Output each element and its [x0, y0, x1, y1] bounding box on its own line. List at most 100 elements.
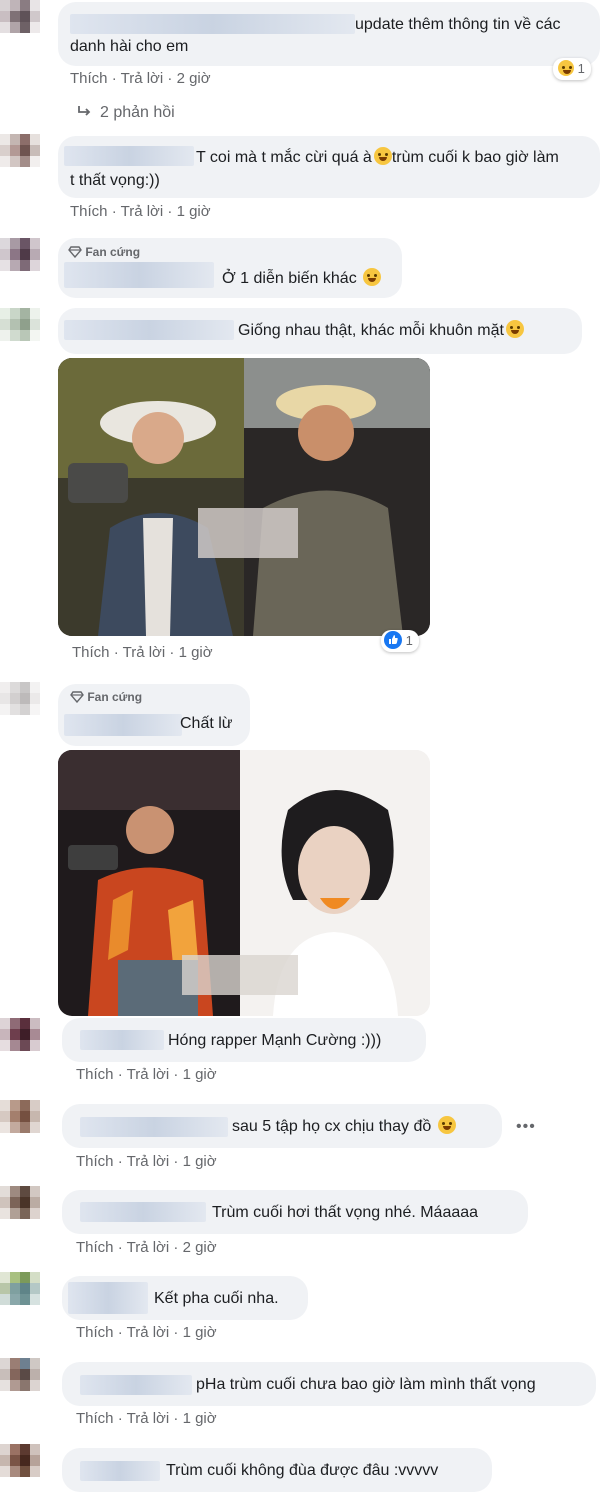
fan-badge[interactable]: Fan cứng [70, 690, 142, 704]
separator: · [173, 1239, 179, 1256]
separator: · [117, 1153, 123, 1170]
photo-image [58, 750, 430, 1016]
comment-actions: Thích · Trả lời · 1 giờ [72, 644, 213, 661]
comment-text-part: Ở 1 diễn biến khác [222, 270, 357, 287]
avatar[interactable] [0, 308, 40, 352]
fan-badge[interactable]: Fan cứng [68, 245, 140, 259]
comment-actions: Thích · Trả lời · 1 giờ [70, 203, 211, 220]
like-link[interactable]: Thích [70, 70, 108, 87]
comment-text-part: sau 5 tập họ cx chịu thay đồ [232, 1118, 432, 1135]
comment-actions: Thích · Trả lời · 2 giờ [70, 70, 211, 87]
comment-time[interactable]: 2 giờ [177, 70, 211, 87]
separator: · [167, 203, 173, 220]
avatar[interactable] [0, 0, 40, 44]
separator: · [167, 70, 173, 87]
comment-text: Giống nhau thật, khác mỗi khuôn mặt [238, 320, 524, 341]
separator: · [173, 1153, 179, 1170]
blurred-username[interactable] [80, 1202, 206, 1222]
avatar[interactable] [0, 1100, 40, 1144]
blurred-username[interactable] [64, 146, 194, 166]
reply-link[interactable]: Trả lời [127, 1324, 170, 1341]
avatar[interactable] [0, 134, 40, 178]
reply-link[interactable]: Trả lời [127, 1153, 170, 1170]
reaction-count: 1 [405, 633, 413, 648]
comment-text-part: T coi mà t mắc cừi quá à [196, 149, 372, 166]
laugh-emoji-icon [558, 60, 574, 76]
avatar[interactable] [0, 1358, 40, 1402]
badge-label: Fan cứng [85, 245, 141, 259]
comment-text-part: trùm cuối k bao giờ làm [391, 149, 559, 166]
blurred-username[interactable] [68, 1282, 148, 1314]
comment-photo[interactable] [58, 750, 430, 1016]
more-options-button[interactable]: ••• [516, 1118, 536, 1136]
comment-time[interactable]: 1 giờ [183, 1153, 217, 1170]
like-link[interactable]: Thích [76, 1324, 114, 1341]
separator: · [117, 1239, 123, 1256]
like-link[interactable]: Thích [76, 1066, 114, 1083]
reaction-count: 1 [577, 61, 585, 76]
diamond-icon [68, 246, 82, 259]
comment-time[interactable]: 1 giờ [183, 1410, 217, 1427]
separator: · [117, 1324, 123, 1341]
comment-text-line2: t thất vọng:)) [70, 172, 160, 189]
avatar[interactable] [0, 682, 40, 726]
avatar[interactable] [0, 1018, 40, 1062]
comment-actions: Thích · Trả lời · 1 giờ [76, 1324, 217, 1341]
comment-text: Trùm cuối hơi thất vọng nhé. Máaaaa [212, 1204, 479, 1221]
blurred-username[interactable] [80, 1461, 160, 1481]
blurred-username[interactable] [64, 262, 214, 288]
smile-emoji-icon [437, 1116, 456, 1134]
comment-actions: Thích · Trả lời · 1 giờ [76, 1410, 217, 1427]
blurred-username[interactable] [64, 320, 234, 340]
reply-link[interactable]: Trả lời [121, 70, 164, 87]
like-link[interactable]: Thích [70, 203, 108, 220]
separator: · [173, 1324, 179, 1341]
comment-time[interactable]: 1 giờ [183, 1066, 217, 1083]
separator: · [111, 203, 117, 220]
badge-label: Fan cứng [87, 690, 143, 704]
avatar[interactable] [0, 1444, 40, 1488]
smile-emoji-icon [363, 268, 382, 286]
blurred-username[interactable] [70, 14, 355, 34]
comment-time[interactable]: 2 giờ [183, 1239, 217, 1256]
comment-text: pHa trùm cuối chưa bao giờ làm mình thất… [196, 1376, 536, 1393]
like-link[interactable]: Thích [76, 1153, 114, 1170]
like-link[interactable]: Thích [72, 644, 110, 661]
comment-actions: Thích · Trả lời · 1 giờ [76, 1066, 217, 1083]
comment-text: update thêm thông tin về các [355, 16, 561, 33]
photo-image [58, 358, 430, 636]
separator: · [111, 70, 117, 87]
diamond-icon [70, 691, 84, 704]
blurred-username[interactable] [80, 1030, 164, 1050]
replies-label: 2 phản hồi [100, 104, 175, 121]
blurred-username[interactable] [80, 1117, 228, 1137]
comment-text: Chất lừ [180, 715, 233, 732]
comment-time[interactable]: 1 giờ [177, 203, 211, 220]
avatar[interactable] [0, 1186, 40, 1230]
separator: · [117, 1066, 123, 1083]
comment-time[interactable]: 1 giờ [179, 644, 213, 661]
reaction-badge[interactable]: 1 [381, 630, 419, 652]
separator: · [113, 644, 119, 661]
comment-text: Ở 1 diễn biến khác [222, 268, 382, 289]
avatar[interactable] [0, 1272, 40, 1316]
avatar[interactable] [0, 238, 40, 282]
separator: · [173, 1410, 179, 1427]
reply-link[interactable]: Trả lời [127, 1066, 170, 1083]
blurred-username[interactable] [64, 714, 182, 736]
reply-link[interactable]: Trả lời [127, 1239, 170, 1256]
comment-actions: Thích · Trả lời · 1 giờ [76, 1153, 217, 1170]
reply-link[interactable]: Trả lời [123, 644, 166, 661]
view-replies-link[interactable]: 2 phản hồi [76, 104, 175, 122]
blurred-username[interactable] [80, 1375, 192, 1395]
comment-photo[interactable] [58, 358, 430, 636]
comment-text: Kết pha cuối nha. [154, 1290, 279, 1307]
laugh-emoji-icon [373, 147, 392, 165]
reply-link[interactable]: Trả lời [127, 1410, 170, 1427]
like-link[interactable]: Thích [76, 1239, 114, 1256]
reply-link[interactable]: Trả lời [121, 203, 164, 220]
reaction-badge[interactable]: 1 [553, 58, 591, 80]
comment-actions: Thích · Trả lời · 2 giờ [76, 1239, 217, 1256]
comment-time[interactable]: 1 giờ [183, 1324, 217, 1341]
like-link[interactable]: Thích [76, 1410, 114, 1427]
